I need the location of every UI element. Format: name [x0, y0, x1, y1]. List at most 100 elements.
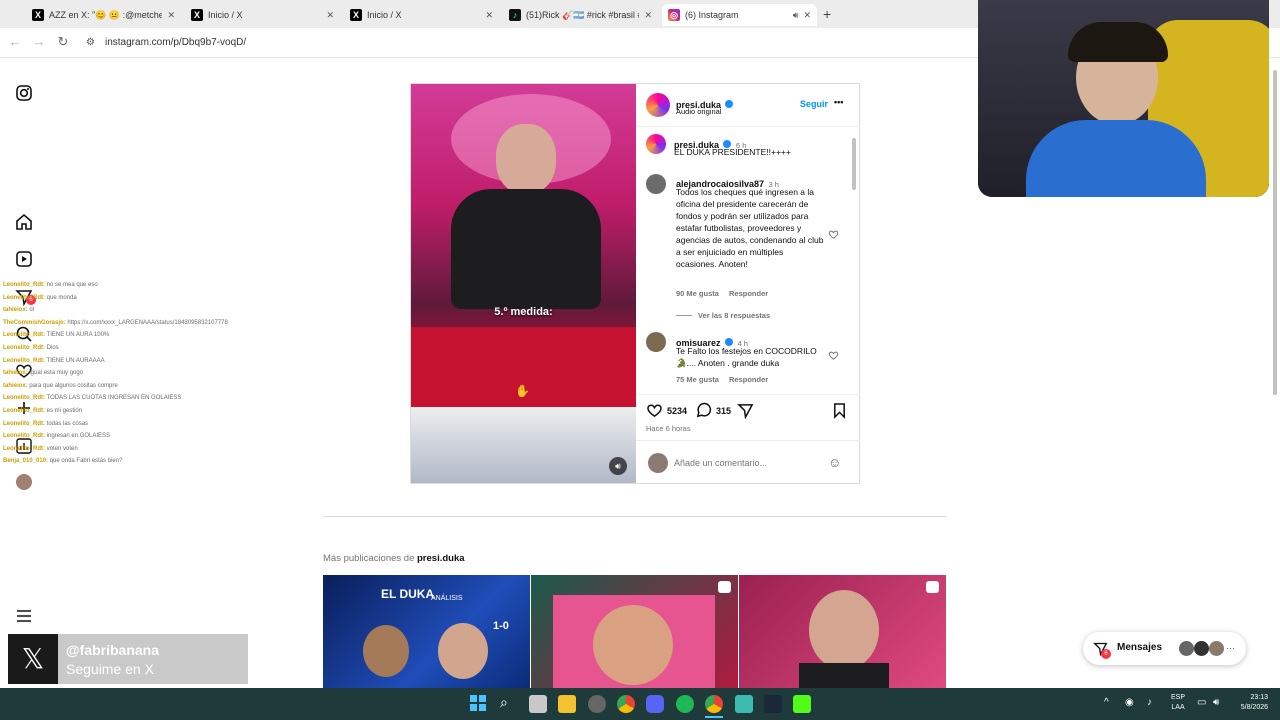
audio-label[interactable]: Audio original — [676, 107, 721, 116]
page-scrollbar-thumb[interactable] — [1273, 70, 1277, 395]
post-thumbnail[interactable] — [531, 575, 738, 688]
view-replies-button[interactable]: Ver las 8 respuestas — [698, 311, 770, 320]
chat-username: tahieiox: — [3, 370, 28, 377]
chat-line: Leonelito_Rdt: todas las cosas — [3, 418, 303, 431]
author-avatar[interactable] — [646, 93, 670, 117]
tab-azz[interactable]: X AZZ en X: "😊 😐 :@metcheve ✕ — [26, 4, 181, 26]
close-icon[interactable]: ✕ — [326, 10, 334, 21]
chat-line: tahieiox: para que algunos cositas compr… — [3, 380, 303, 393]
kick-icon[interactable] — [793, 695, 811, 713]
forward-button[interactable]: → — [30, 34, 48, 49]
post-thumbnail[interactable] — [739, 575, 946, 688]
profile-avatar[interactable] — [16, 474, 32, 490]
comment-divider — [636, 440, 860, 441]
reply-button[interactable]: Responder — [729, 375, 768, 384]
webcam-hair — [1068, 22, 1168, 62]
caption-avatar[interactable] — [646, 134, 666, 154]
reels-icon[interactable] — [15, 250, 33, 268]
url-field[interactable]: instagram.com/p/Dbq9b7-voqD/ — [105, 37, 246, 48]
tab-inicio-x-1[interactable]: X Inicio / X ✕ — [185, 4, 340, 26]
messages-pill[interactable]: 6 Mensajes ··· — [1083, 632, 1246, 665]
more-posts-user[interactable]: presi.duka — [417, 553, 465, 564]
chat-message: TODAS LAS CUOTAS INGRESAN EN GOLAIESS — [46, 395, 182, 402]
chat-message: que monda — [46, 294, 77, 301]
save-icon[interactable] — [832, 402, 847, 419]
tab-instagram[interactable]: ◎ (6) Instagram 🔊︎ ✕ — [662, 4, 817, 26]
chat-line: Benja_010_010: que onda Fabri estás bien… — [3, 455, 303, 468]
verified-icon — [725, 99, 734, 108]
messages-badge: 6 — [1101, 649, 1111, 659]
clock[interactable]: 23:13 5/8/2026 — [1232, 693, 1268, 713]
chat-message: ol — [29, 307, 35, 314]
menu-icon[interactable] — [15, 607, 33, 625]
new-tab-button[interactable]: + — [823, 6, 831, 22]
comment-icon[interactable] — [695, 402, 712, 419]
comment-count[interactable]: 315 — [716, 406, 731, 416]
post-sidebar: presi.duka Audio original Seguir ••• pre… — [636, 84, 860, 483]
site-info-icon[interactable]: ⚙ — [86, 37, 95, 48]
post-video[interactable]: 5.º medida: ✋ 🔊︎ — [411, 84, 636, 483]
network-icon[interactable]: ▭ — [1197, 697, 1206, 708]
x-logo-icon: X — [191, 9, 203, 21]
chat-message: para que algunos cositas compre — [29, 382, 118, 389]
spotify-icon[interactable] — [676, 695, 694, 713]
discord-icon[interactable] — [646, 695, 664, 713]
search-taskbar-icon[interactable]: ⌕ — [500, 694, 508, 711]
windows-start-icon[interactable] — [470, 695, 486, 711]
back-button[interactable]: ← — [6, 34, 24, 49]
instagram-logo-icon[interactable] — [15, 84, 33, 102]
avatar — [1209, 641, 1224, 656]
page-scrollbar[interactable] — [1272, 60, 1278, 688]
thumb-face — [593, 605, 673, 685]
task-view-icon[interactable] — [529, 695, 547, 713]
chat-line: Leonelito_Rdt: Dios — [3, 342, 303, 355]
video-person-head — [496, 124, 556, 194]
comment-likes[interactable]: 75 Me gusta — [676, 375, 719, 384]
share-icon[interactable] — [737, 402, 754, 419]
chat-line: Leonelito_Rdt: es mi gestión — [3, 405, 303, 418]
tray-app-icon[interactable]: ◉ — [1125, 697, 1134, 708]
file-explorer-icon[interactable] — [558, 695, 576, 713]
chat-username: Leonelito_Rdt: — [3, 420, 45, 427]
like-icon[interactable] — [646, 402, 663, 419]
reload-button[interactable]: ↻ — [54, 34, 72, 50]
comment-like-icon[interactable] — [828, 229, 839, 240]
volume-icon[interactable]: 🔊︎ — [1213, 697, 1219, 708]
post-thumbnail[interactable]: EL DUKA ANÁLISIS 1-0 — [323, 575, 530, 688]
mute-icon[interactable]: 🔊︎ — [609, 457, 627, 475]
notepad-icon[interactable] — [735, 695, 753, 713]
section-divider — [323, 516, 946, 517]
comment-likes[interactable]: 90 Me gusta — [676, 289, 719, 298]
language-indicator[interactable]: ESP LAA — [1171, 693, 1185, 713]
scrollbar-thumb[interactable] — [852, 138, 856, 190]
tab-inicio-x-2[interactable]: X Inicio / X ✕ — [344, 4, 499, 26]
emoji-icon[interactable]: ☺ — [828, 455, 841, 470]
comment-avatar[interactable] — [646, 174, 666, 194]
microphone-icon[interactable]: ♪ — [1147, 697, 1152, 708]
steam-icon[interactable] — [764, 695, 782, 713]
chat-message: todas las cosas — [46, 420, 89, 427]
chrome-icon[interactable] — [617, 695, 635, 713]
close-icon[interactable]: ✕ — [803, 10, 811, 21]
close-icon[interactable]: ✕ — [644, 10, 652, 21]
messages-label: Mensajes — [1117, 642, 1163, 653]
chrome-active-icon[interactable] — [705, 695, 723, 713]
post-timestamp[interactable]: Hace 6 horas — [646, 424, 691, 433]
obs-icon[interactable] — [588, 695, 606, 713]
chat-username: Leonelito_Rdt: — [3, 332, 45, 339]
tab-tiktok[interactable]: ♪ (51)Rick 🎸🇦🇷 #rick #brasil #ta ✕ — [503, 4, 658, 26]
follow-button[interactable]: Seguir — [800, 99, 828, 109]
close-icon[interactable]: ✕ — [485, 10, 493, 21]
comments-scrollbar[interactable] — [851, 130, 857, 388]
home-icon[interactable] — [15, 213, 33, 231]
reply-button[interactable]: Responder — [729, 289, 768, 298]
close-icon[interactable]: ✕ — [167, 10, 175, 21]
comment-avatar[interactable] — [646, 332, 666, 352]
chat-message: no se mea que eso — [46, 282, 98, 288]
tray-chevron-icon[interactable]: ^ — [1104, 697, 1109, 708]
more-options-button[interactable]: ••• — [834, 97, 843, 107]
comment-input[interactable] — [674, 454, 824, 472]
like-count[interactable]: 5234 — [667, 406, 687, 416]
speaker-icon[interactable]: 🔊︎ — [793, 10, 799, 21]
comment-like-icon[interactable] — [828, 350, 839, 361]
